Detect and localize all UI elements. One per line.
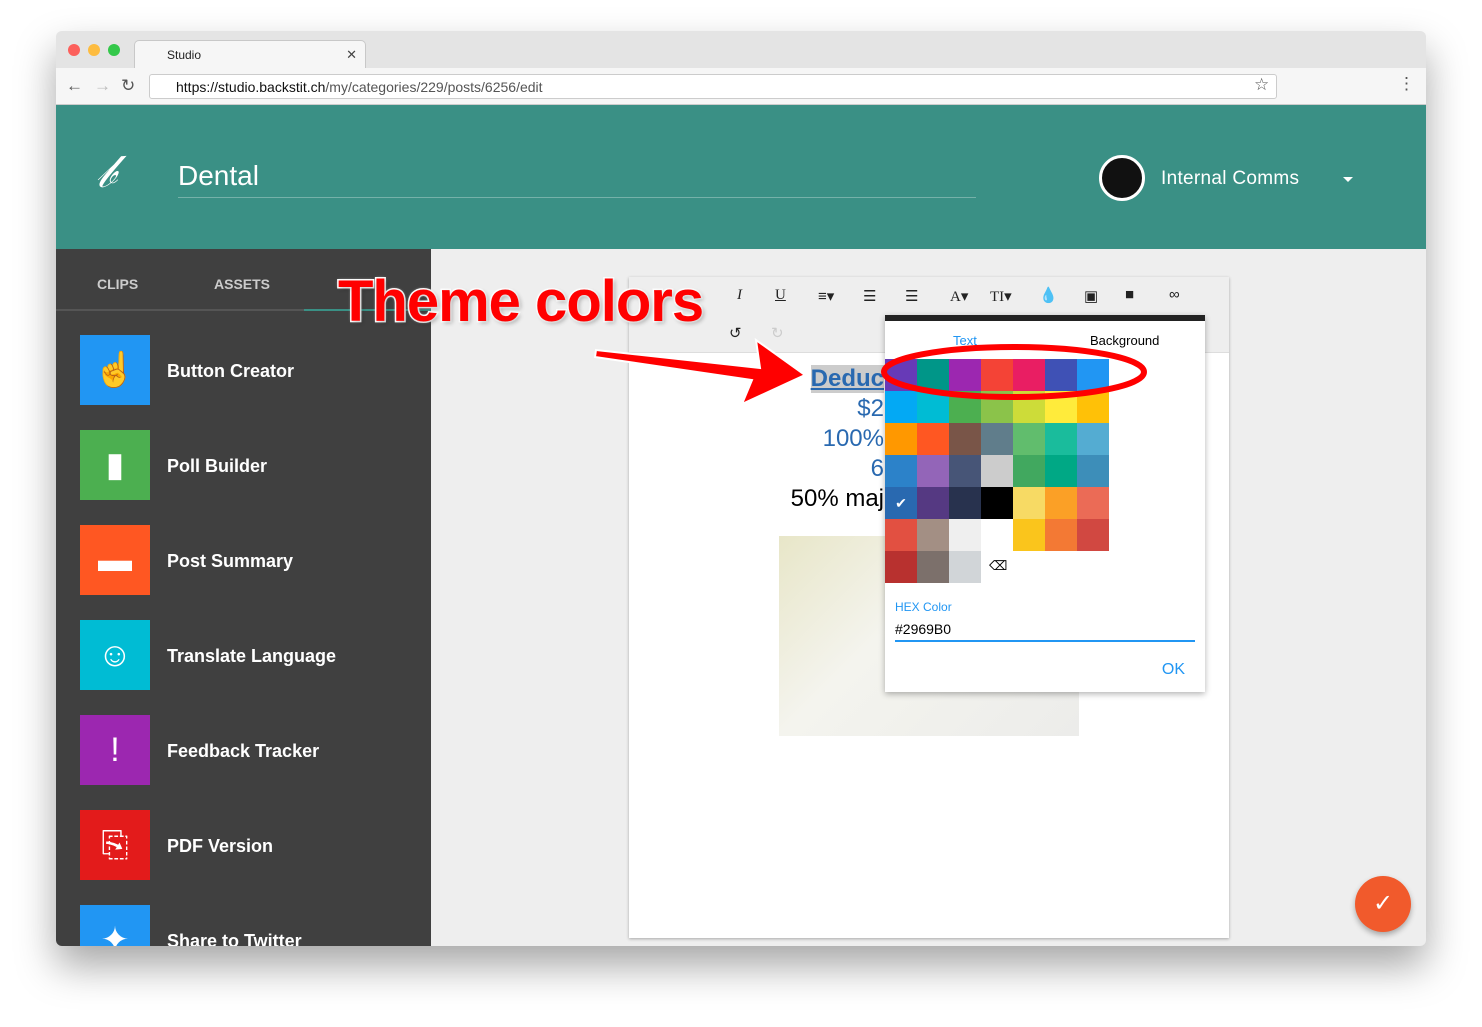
arrow-annotation <box>593 337 807 406</box>
annotation-label: Theme colors <box>336 268 705 336</box>
ellipse-annotation <box>881 344 1147 400</box>
annotation-overlay <box>593 337 1147 406</box>
